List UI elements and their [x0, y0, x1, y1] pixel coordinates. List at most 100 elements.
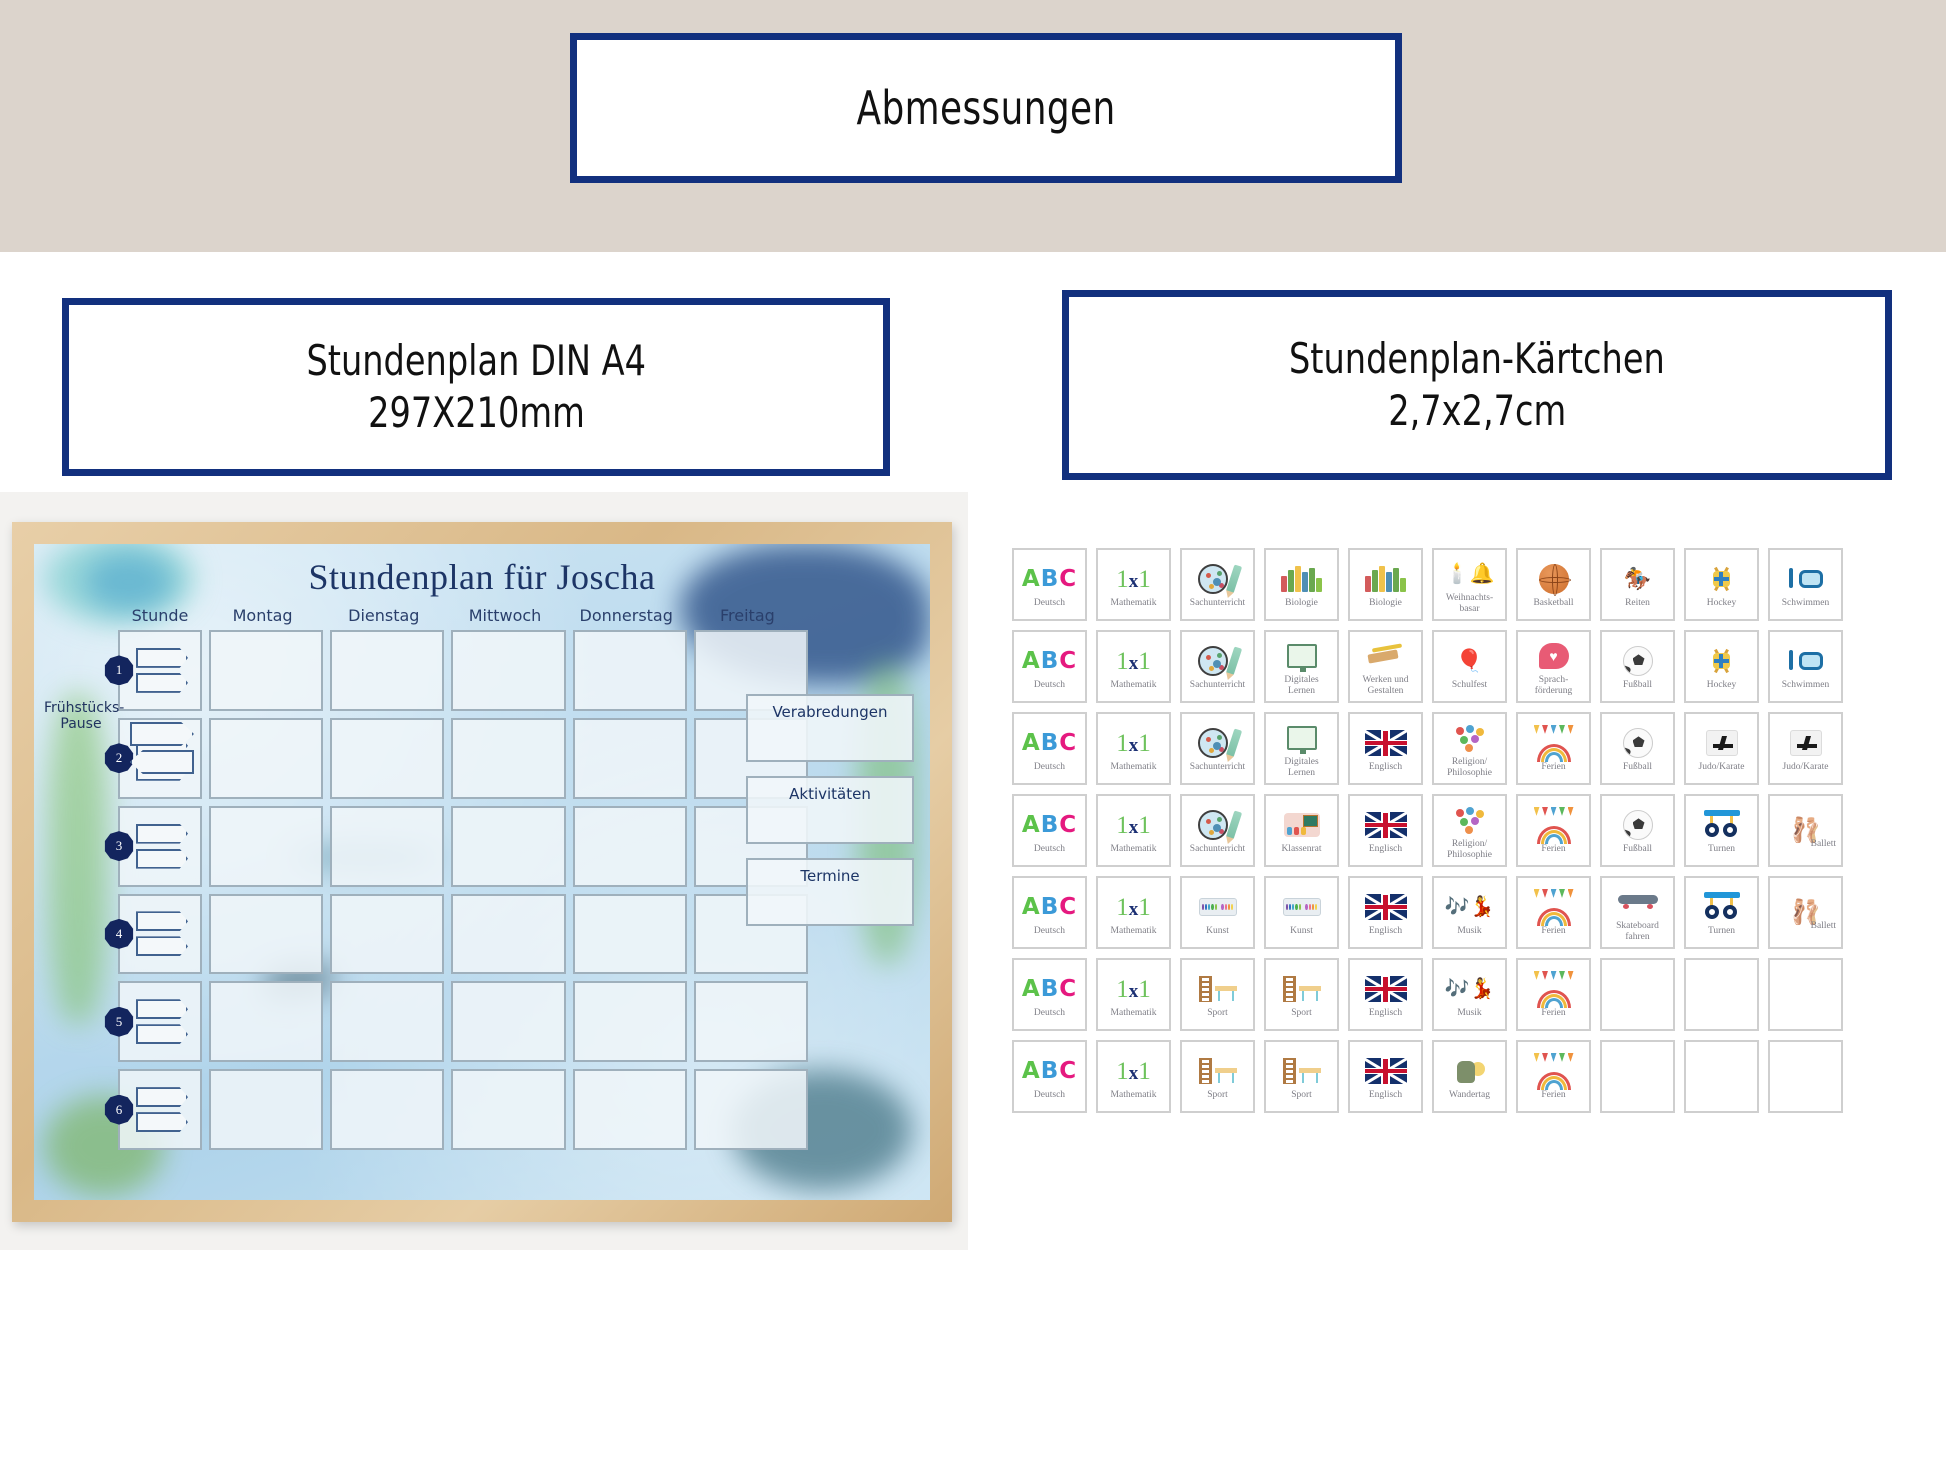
subject-card[interactable]: ABC Deutsch	[1012, 548, 1087, 621]
subject-card[interactable]: Kunst	[1180, 876, 1255, 949]
hour-tag-slot[interactable]	[136, 823, 188, 844]
subject-card[interactable]: ABC Deutsch	[1012, 958, 1087, 1031]
timetable-cell[interactable]	[693, 1069, 808, 1150]
subject-card[interactable]: 🎶💃 Musik	[1432, 958, 1507, 1031]
timetable-cell[interactable]	[572, 981, 687, 1063]
subject-card[interactable]: Englisch	[1348, 958, 1423, 1031]
hour-tag-slot[interactable]	[136, 848, 188, 869]
subject-card[interactable]: Fußball	[1600, 794, 1675, 867]
subject-card[interactable]: 1x1 Mathematik	[1096, 876, 1171, 949]
subject-card[interactable]: 1x1 Mathematik	[1096, 712, 1171, 785]
timetable-cell[interactable]	[330, 893, 445, 975]
subject-card[interactable]: Sachunterricht	[1180, 548, 1255, 621]
timetable-cell[interactable]	[572, 630, 687, 711]
subject-card[interactable]: Schwimmen	[1768, 548, 1843, 621]
subject-card[interactable]: Ferien	[1516, 712, 1591, 785]
empty-card[interactable]	[1600, 1040, 1675, 1113]
hour-tag-slot[interactable]	[136, 999, 188, 1020]
timetable-cell[interactable]	[330, 630, 445, 711]
timetable-cell[interactable]	[330, 805, 445, 887]
timetable-cell[interactable]	[209, 805, 324, 887]
subject-card[interactable]: Englisch	[1348, 1040, 1423, 1113]
subject-card[interactable]: Turnen	[1684, 794, 1759, 867]
subject-card[interactable]: Turnen	[1684, 876, 1759, 949]
hour-tag-slot[interactable]	[136, 1087, 188, 1108]
empty-card[interactable]	[1768, 1040, 1843, 1113]
subject-card[interactable]: 🩰 Ballett	[1768, 794, 1843, 867]
subject-card[interactable]: Hockey	[1684, 548, 1759, 621]
timetable-cell[interactable]	[209, 1069, 324, 1150]
subject-card[interactable]: 1x1 Mathematik	[1096, 630, 1171, 703]
timetable-cell[interactable]	[451, 893, 566, 975]
timetable-cell[interactable]	[209, 981, 324, 1063]
hour-tag-slot[interactable]	[136, 911, 188, 932]
subject-card[interactable]: Basketball	[1516, 548, 1591, 621]
subject-card[interactable]: Judo/Karate	[1768, 712, 1843, 785]
timetable-cell[interactable]	[572, 893, 687, 975]
subject-card[interactable]: 🩰 Ballett	[1768, 876, 1843, 949]
hour-cell[interactable]: 4	[104, 893, 202, 975]
hour-cell[interactable]: 3	[104, 805, 202, 887]
subject-card[interactable]: Englisch	[1348, 794, 1423, 867]
subject-card[interactable]: 🎶💃 Musik	[1432, 876, 1507, 949]
subject-card[interactable]: Sachunterricht	[1180, 794, 1255, 867]
subject-card[interactable]: 1x1 Mathematik	[1096, 1040, 1171, 1113]
subject-card[interactable]: ABC Deutsch	[1012, 630, 1087, 703]
hour-tag-slot[interactable]	[136, 936, 188, 957]
hour-cell[interactable]: 1	[104, 630, 202, 711]
hour-tag-slot[interactable]	[136, 647, 188, 668]
timetable-cell[interactable]	[451, 981, 566, 1063]
subject-card[interactable]: ABC Deutsch	[1012, 876, 1087, 949]
subject-card[interactable]: Sport	[1180, 958, 1255, 1031]
subject-card[interactable]: Fußball	[1600, 712, 1675, 785]
subject-card[interactable]: ABC Deutsch	[1012, 712, 1087, 785]
hour-tag-slot[interactable]	[136, 672, 188, 693]
subject-card[interactable]: Sport	[1264, 1040, 1339, 1113]
subject-card[interactable]: Ferien	[1516, 876, 1591, 949]
subject-card[interactable]: Biologie	[1348, 548, 1423, 621]
hour-tag-slot[interactable]	[136, 1024, 188, 1045]
timetable-cell[interactable]	[209, 630, 324, 711]
subject-card[interactable]: Skateboard fahren	[1600, 876, 1675, 949]
subject-card[interactable]: ABC Deutsch	[1012, 794, 1087, 867]
subject-card[interactable]: Klassenrat	[1264, 794, 1339, 867]
timetable-cell[interactable]	[330, 1069, 445, 1150]
subject-card[interactable]: Sport	[1264, 958, 1339, 1031]
subject-card[interactable]: Ferien	[1516, 1040, 1591, 1113]
timetable-cell[interactable]	[209, 717, 324, 799]
timetable-cell[interactable]	[451, 630, 566, 711]
subject-card[interactable]: Ferien	[1516, 958, 1591, 1031]
empty-card[interactable]	[1600, 958, 1675, 1031]
subject-card[interactable]: Religion/ Philosophie	[1432, 794, 1507, 867]
empty-card[interactable]	[1684, 1040, 1759, 1113]
subject-card[interactable]: Biologie	[1264, 548, 1339, 621]
subject-card[interactable]: Englisch	[1348, 712, 1423, 785]
subject-card[interactable]: Englisch	[1348, 876, 1423, 949]
hour-cell[interactable]: 6	[104, 1069, 202, 1150]
timetable-cell[interactable]	[451, 805, 566, 887]
timetable-cell[interactable]	[330, 717, 445, 799]
subject-card[interactable]: Schwimmen	[1768, 630, 1843, 703]
subject-card[interactable]: 🏇 Reiten	[1600, 548, 1675, 621]
subject-card[interactable]: 1x1 Mathematik	[1096, 958, 1171, 1031]
timetable-cell[interactable]	[572, 1069, 687, 1150]
subject-card[interactable]: 1x1 Mathematik	[1096, 794, 1171, 867]
timetable-cell[interactable]	[693, 981, 808, 1063]
subject-card[interactable]: 1x1 Mathematik	[1096, 548, 1171, 621]
subject-card[interactable]: Fußball	[1600, 630, 1675, 703]
subject-card[interactable]: Sachunterricht	[1180, 712, 1255, 785]
subject-card[interactable]: Judo/Karate	[1684, 712, 1759, 785]
subject-card[interactable]: Hockey	[1684, 630, 1759, 703]
subject-card[interactable]: Sport	[1180, 1040, 1255, 1113]
timetable-cell[interactable]	[451, 717, 566, 799]
subject-card[interactable]: Sachunterricht	[1180, 630, 1255, 703]
subject-card[interactable]: Kunst	[1264, 876, 1339, 949]
empty-card[interactable]	[1768, 958, 1843, 1031]
empty-card[interactable]	[1684, 958, 1759, 1031]
timetable-cell[interactable]	[209, 893, 324, 975]
subject-card[interactable]: Ferien	[1516, 794, 1591, 867]
timetable-cell[interactable]	[572, 805, 687, 887]
subject-card[interactable]: Werken und Gestalten	[1348, 630, 1423, 703]
hour-tag-slot[interactable]	[136, 1112, 188, 1133]
subject-card[interactable]: Digitales Lernen	[1264, 712, 1339, 785]
